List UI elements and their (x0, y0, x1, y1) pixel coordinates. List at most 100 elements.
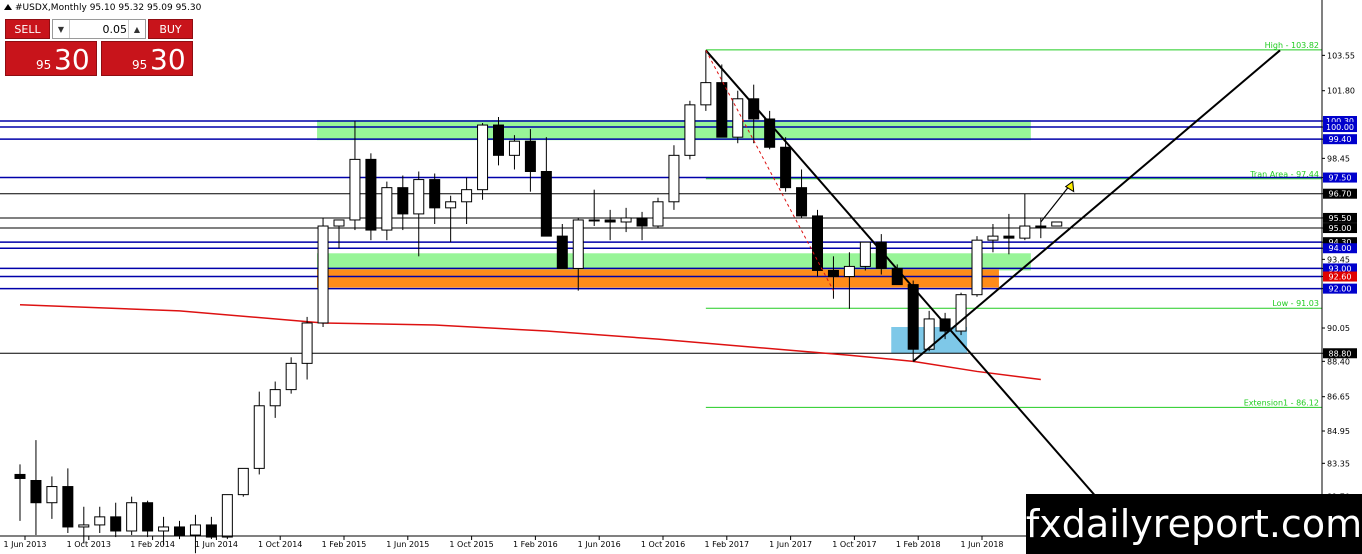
candle-body (253, 405, 265, 469)
candle-body (333, 219, 345, 227)
candle-body (987, 235, 999, 241)
lot-size-value: 0.05 (102, 23, 128, 36)
price-tick-label: 101.80 (1327, 87, 1355, 96)
time-tick-label: 1 Feb 2014 (130, 540, 175, 549)
candle-body (237, 467, 249, 496)
price-label: 95.50 (1329, 214, 1352, 223)
ma-line (19, 304, 1041, 381)
price-label: 95.00 (1329, 224, 1352, 233)
trendline (912, 49, 1281, 363)
time-axis: 1 Jun 2013 1 Oct 2013 1 Feb 2014 1 Jun 2014… (3, 536, 1004, 549)
price-tick-label: 84.95 (1327, 427, 1350, 436)
buy-button[interactable]: BUY (148, 19, 193, 39)
moving-average (19, 304, 1041, 381)
candle-body (891, 267, 903, 286)
candle-body (636, 217, 648, 227)
time-tick-label: 1 Oct 2014 (258, 540, 302, 549)
lot-decrease-icon[interactable]: ▼ (53, 20, 70, 38)
candle-body (461, 189, 473, 203)
candle-body (971, 239, 983, 296)
candle-body (46, 486, 58, 504)
candle-body (126, 502, 138, 532)
time-tick-label: 1 Oct 2016 (641, 540, 685, 549)
candle-body (508, 140, 520, 156)
candle-body (493, 124, 504, 156)
sell-button[interactable]: SELL (5, 19, 50, 39)
candle-body (30, 479, 42, 504)
candle-body (205, 524, 217, 538)
chart-title: #USDX,Monthly 95.10 95.32 95.09 95.30 (4, 3, 201, 13)
candle-body (14, 473, 26, 479)
price-tick-label: 83.35 (1327, 459, 1350, 468)
price-tick-label: 86.65 (1327, 393, 1350, 402)
time-tick-label: 1 Feb 2018 (896, 540, 941, 549)
price-label: 100.00 (1326, 123, 1354, 132)
arrow-head (1064, 180, 1075, 193)
candle-body (604, 219, 616, 223)
candle-body (700, 82, 712, 106)
candle-body (796, 187, 808, 217)
candle-body (365, 158, 377, 231)
candle-body (716, 82, 728, 138)
candle-body (684, 104, 696, 156)
candle-body (174, 526, 185, 536)
time-tick-label: 1 Jun 2017 (769, 540, 812, 549)
candle-body (221, 494, 233, 538)
price-tick-label: 88.40 (1327, 357, 1350, 366)
time-tick-label: 1 Oct 2015 (449, 540, 493, 549)
candle-body (1003, 235, 1015, 239)
candle-body (94, 516, 106, 526)
candle-body (381, 187, 393, 231)
lot-size-input[interactable]: ▼ 0.05 ▲ (52, 19, 146, 39)
zone-green (317, 119, 1031, 141)
candle-body (668, 154, 680, 203)
candle-body (540, 170, 552, 237)
level-label: Low - 91.03 (1272, 299, 1319, 308)
candle-body (445, 201, 457, 209)
time-tick-label: 1 Feb 2016 (513, 540, 558, 549)
sell-price-big: 30 (54, 43, 90, 76)
price-label: 94.00 (1329, 244, 1352, 253)
price-label: 97.50 (1329, 174, 1352, 183)
level-label: Extension1 - 86.12 (1244, 398, 1319, 407)
candle-body (142, 502, 154, 532)
one-click-trading-panel: SELL ▼ 0.05 ▲ BUY 95 30 95 30 (5, 19, 193, 76)
candle-body (78, 524, 90, 528)
candle-body (285, 362, 297, 391)
time-tick-label: 1 Oct 2013 (67, 540, 111, 549)
chart-canvas: High - 103.82Tran Area - 97.44Low - 91.0… (0, 0, 1357, 554)
candle-body (572, 219, 584, 269)
candle-body (556, 235, 568, 269)
candle-body (859, 241, 871, 267)
candle-body (907, 284, 919, 350)
candle-body (158, 526, 170, 532)
candle-body (524, 140, 536, 172)
price-label: 92.00 (1329, 285, 1352, 294)
price-tick-label: 98.45 (1327, 154, 1350, 163)
level-label: High - 103.82 (1265, 41, 1319, 50)
time-tick-label: 1 Jun 2018 (960, 540, 1003, 549)
candle-body (477, 124, 489, 191)
time-tick-label: 1 Jun 2016 (578, 540, 621, 549)
sell-price[interactable]: 95 30 (5, 41, 97, 76)
candle-body (620, 217, 632, 223)
time-tick-label: 1 Feb 2017 (704, 540, 749, 549)
price-label: 88.80 (1329, 349, 1352, 358)
candle-body (429, 179, 441, 209)
candle-body (110, 516, 122, 532)
price-label: 99.40 (1329, 135, 1352, 144)
time-tick-label: 1 Jun 2015 (386, 540, 429, 549)
candle-body (317, 225, 329, 324)
lot-increase-icon[interactable]: ▲ (128, 20, 145, 38)
price-tick-label: 93.45 (1327, 255, 1350, 264)
candle-body (413, 179, 425, 215)
candle-body (843, 265, 855, 278)
buy-price-big: 30 (150, 43, 186, 76)
time-tick-label: 1 Oct 2017 (832, 540, 876, 549)
time-tick-label: 1 Jun 2014 (195, 540, 238, 549)
candle-body (62, 486, 74, 528)
price-label: 92.60 (1329, 273, 1352, 282)
buy-price-small: 95 (132, 58, 148, 72)
candle-body (955, 294, 967, 332)
buy-price[interactable]: 95 30 (101, 41, 193, 76)
